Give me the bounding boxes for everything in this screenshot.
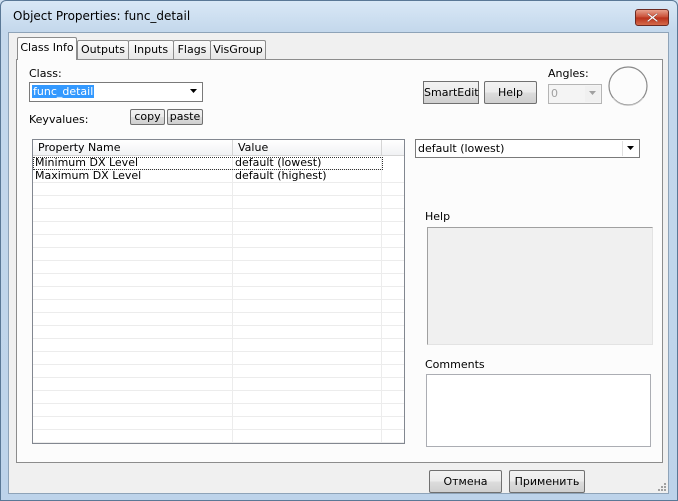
value-combo-dropdown[interactable] <box>622 141 638 156</box>
apply-button[interactable]: Применить <box>509 470 585 493</box>
title-bar[interactable]: Object Properties: func_detail <box>1 1 677 31</box>
chevron-down-icon <box>589 91 596 95</box>
tab-label: Class Info <box>20 41 74 54</box>
empty-row <box>33 378 404 391</box>
tab-flags[interactable]: Flags <box>173 40 211 59</box>
class-combo-value: func_detail <box>32 85 95 98</box>
property-name-cell: Maximum DX Level <box>35 169 142 182</box>
empty-row <box>33 274 404 287</box>
table-row[interactable]: Maximum DX Level default (highest) <box>33 170 404 183</box>
empty-row <box>33 209 404 222</box>
empty-row <box>33 300 404 313</box>
paste-button[interactable]: paste <box>167 109 203 125</box>
table-header: Property Name Value <box>33 140 404 157</box>
empty-row <box>33 248 404 261</box>
class-combo[interactable]: func_detail <box>29 82 203 102</box>
empty-row <box>33 417 404 430</box>
comments-textarea[interactable] <box>426 374 651 447</box>
empty-row <box>33 326 404 339</box>
tab-label: Inputs <box>133 43 169 56</box>
property-value-cell: default (highest) <box>235 169 327 182</box>
tab-visgroup[interactable]: VisGroup <box>210 40 266 59</box>
close-button[interactable] <box>635 9 669 26</box>
empty-row <box>33 430 404 443</box>
empty-row <box>33 287 404 300</box>
empty-row <box>33 313 404 326</box>
empty-row <box>33 391 404 404</box>
tab-class-info[interactable]: Class Info <box>17 37 77 60</box>
empty-row <box>33 352 404 365</box>
column-header-value[interactable]: Value <box>233 140 382 156</box>
empty-row <box>33 261 404 274</box>
help-button[interactable]: Help <box>484 81 537 104</box>
smartedit-toggle[interactable]: SmartEdit <box>423 81 479 104</box>
column-header-property-name[interactable]: Property Name <box>33 140 233 156</box>
angles-value: 0 <box>551 87 558 100</box>
cancel-button[interactable]: Отмена <box>429 470 502 493</box>
class-combo-dropdown[interactable] <box>186 84 201 100</box>
value-combo-text: default (lowest) <box>418 142 505 155</box>
empty-row <box>33 183 404 196</box>
class-info-panel: Class: func_detail Keyvalues: copy paste… <box>16 59 663 463</box>
tab-label: Flags <box>177 43 207 56</box>
angle-dial-icon[interactable] <box>606 64 650 108</box>
help-text-box <box>427 227 653 345</box>
tab-outputs[interactable]: Outputs <box>77 40 129 59</box>
angles-combo-dropdown[interactable] <box>585 86 600 102</box>
dialog-client-area: Class Info Outputs Inputs Flags VisGroup… <box>8 32 669 494</box>
empty-row <box>33 404 404 417</box>
empty-row <box>33 222 404 235</box>
tab-label: Outputs <box>81 43 125 56</box>
tab-inputs[interactable]: Inputs <box>128 40 174 59</box>
empty-row <box>33 196 404 209</box>
chevron-down-icon <box>190 89 197 93</box>
help-section-label: Help <box>425 210 451 223</box>
property-value-cell: default (lowest) <box>235 156 322 169</box>
angles-combo[interactable]: 0 <box>548 84 602 104</box>
copy-button[interactable]: copy <box>130 109 165 125</box>
keyvalues-label: Keyvalues: <box>29 113 89 126</box>
empty-row <box>33 365 404 378</box>
class-label: Class: <box>29 67 62 80</box>
property-name-cell: Minimum DX Level <box>35 156 139 169</box>
value-combo[interactable]: default (lowest) <box>415 139 640 158</box>
resize-grip-icon[interactable] <box>656 481 667 492</box>
comments-label: Comments <box>425 358 485 371</box>
class-selected-text: func_detail <box>32 85 95 98</box>
chevron-down-icon <box>627 146 634 150</box>
close-icon <box>647 13 658 22</box>
keyvalues-table[interactable]: Property Name Value Minimum DX Level def… <box>32 139 405 444</box>
empty-row <box>33 235 404 248</box>
angles-label: Angles: <box>548 67 589 80</box>
window-title: Object Properties: func_detail <box>13 9 191 23</box>
empty-row <box>33 339 404 352</box>
object-properties-window: Object Properties: func_detail Class Inf… <box>0 0 678 501</box>
tab-label: VisGroup <box>213 43 263 56</box>
column-header-blank <box>382 140 404 156</box>
